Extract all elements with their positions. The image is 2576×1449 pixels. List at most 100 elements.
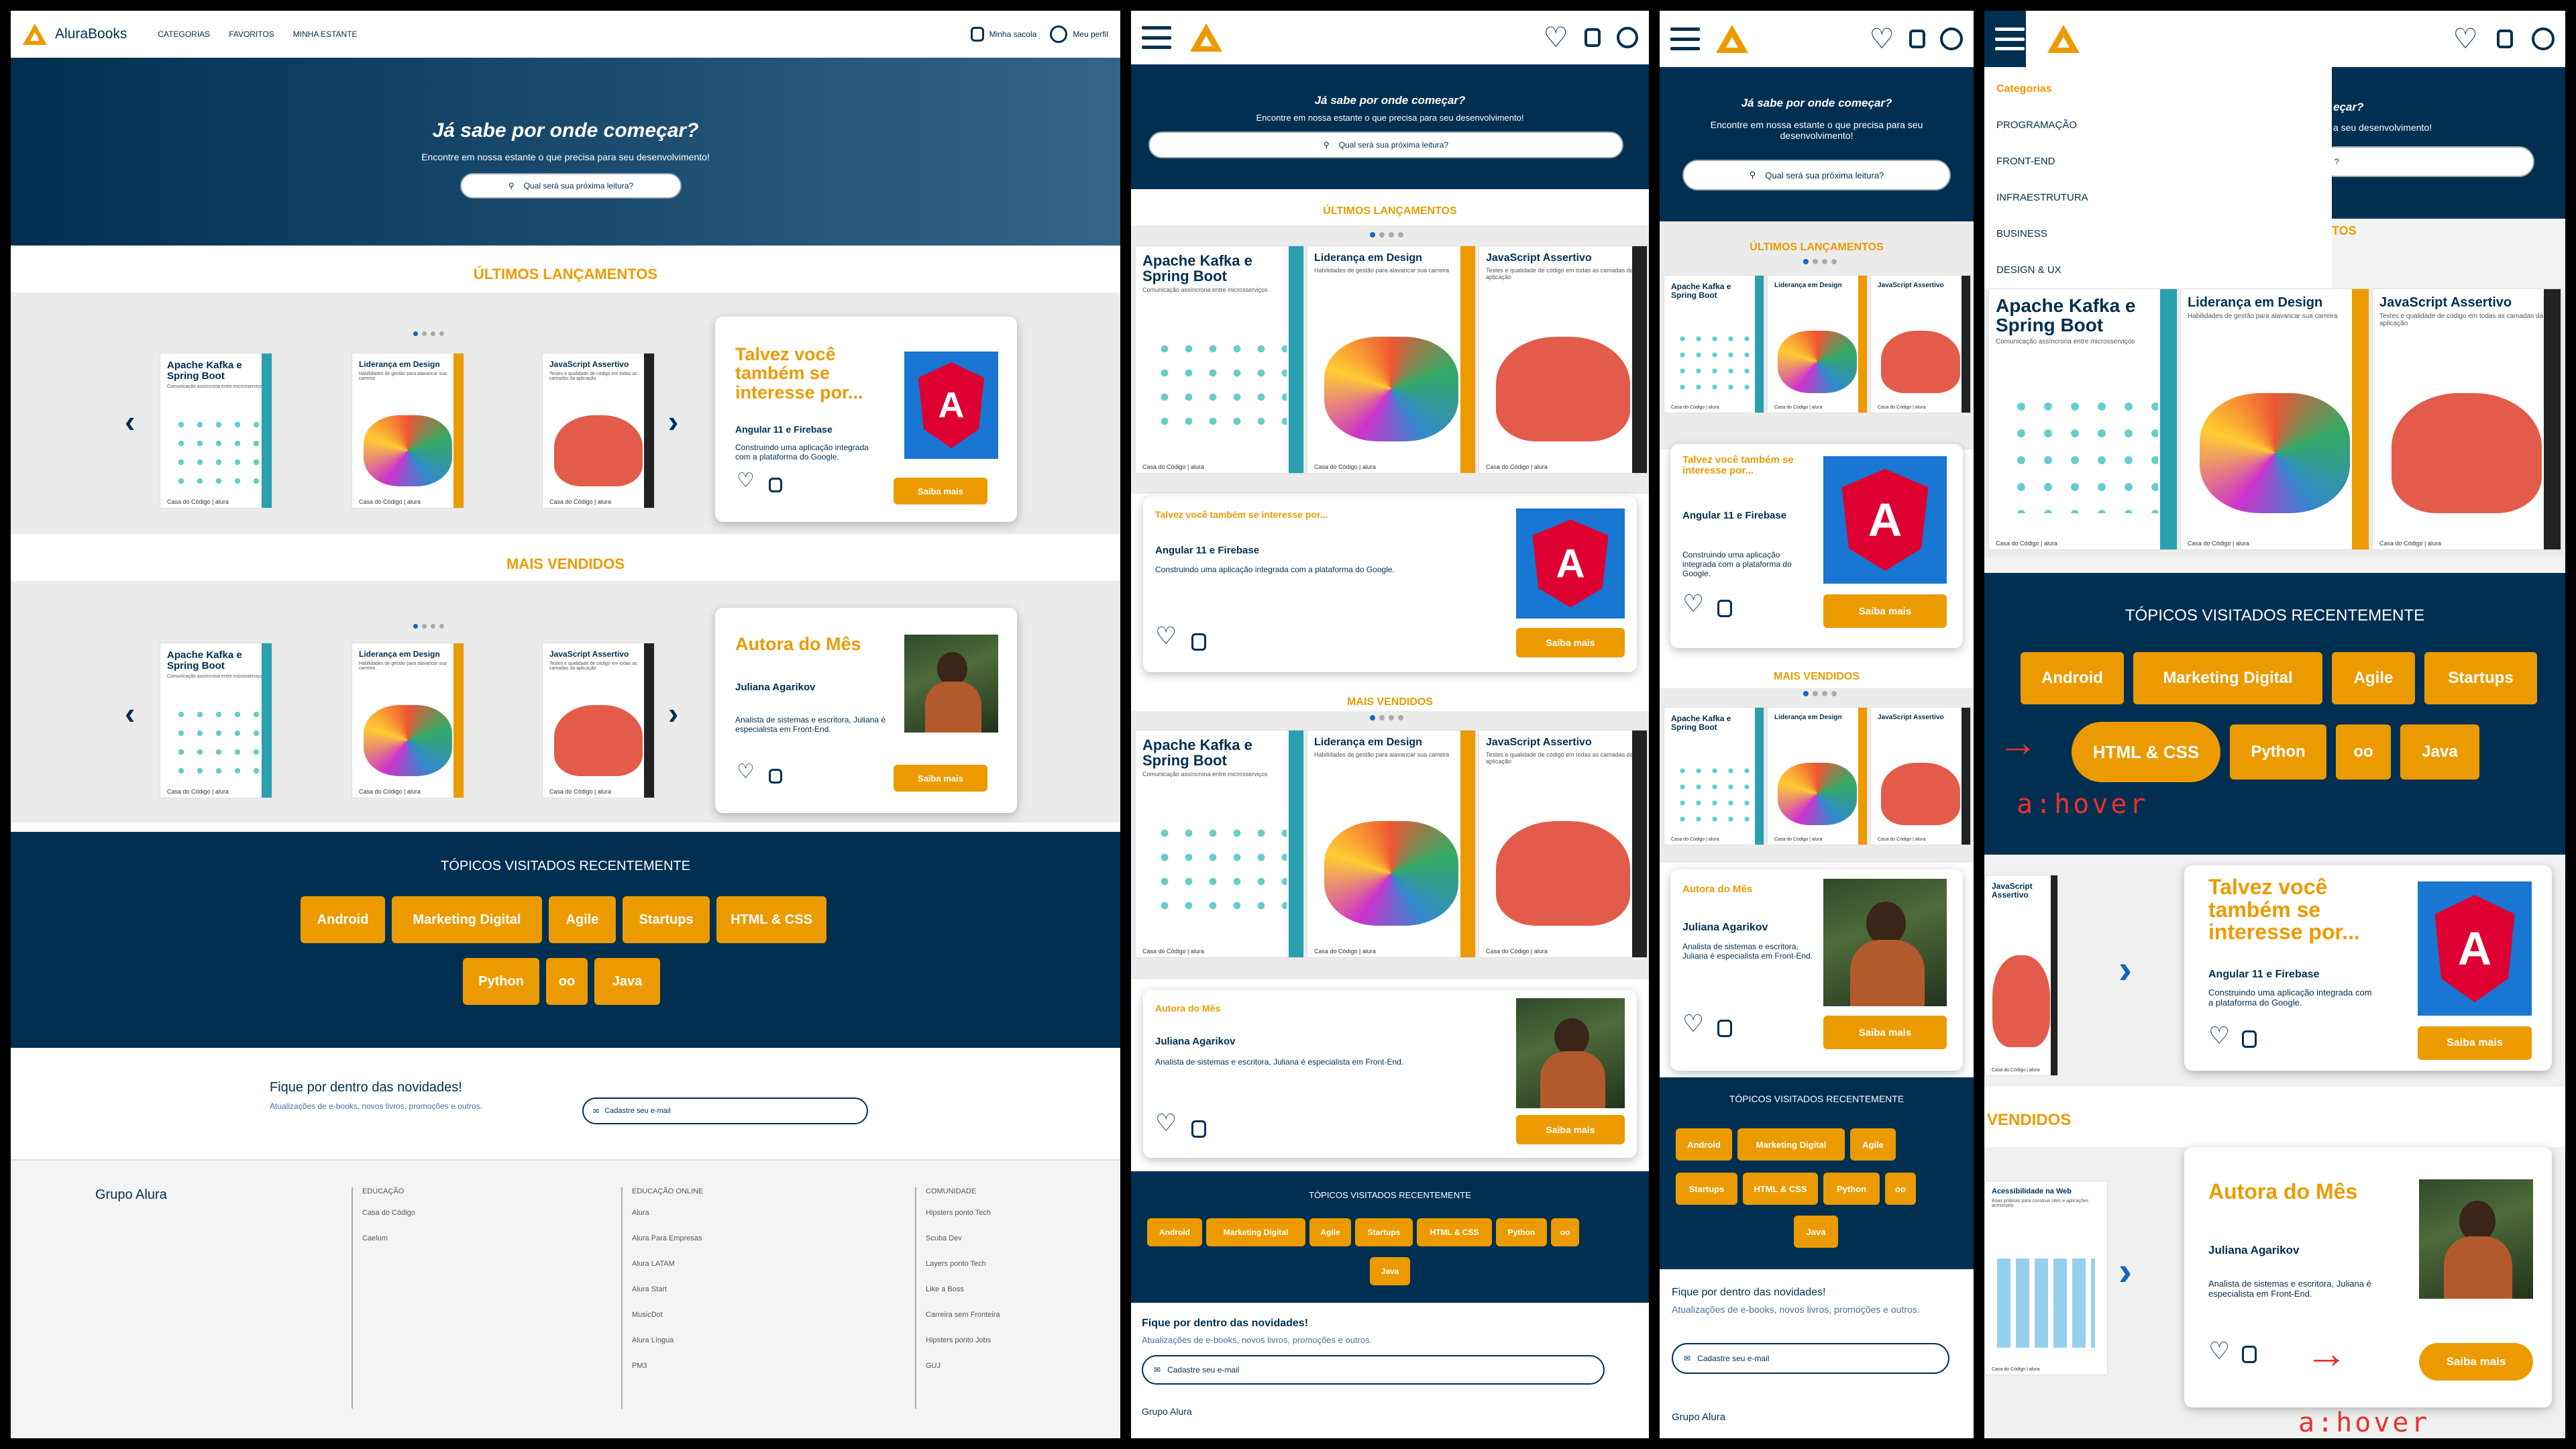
email-field[interactable]: ✉ Cadastre seu e-mail (582, 1097, 868, 1124)
bag-icon[interactable] (1585, 28, 1601, 47)
logo-icon[interactable] (2047, 25, 2080, 53)
heart-icon[interactable]: ♡ (1869, 25, 1894, 53)
book-cover[interactable]: Liderança em Design Habilidades de gestão… (352, 643, 464, 798)
footer-link[interactable]: Alura (632, 1209, 703, 1217)
carousel-next-icon[interactable]: › (2118, 1248, 2132, 1294)
carousel-dots[interactable] (1803, 691, 1837, 696)
email-field[interactable]: ✉ Cadastre seu e-mail (1142, 1355, 1605, 1385)
carousel-dots[interactable] (413, 624, 444, 629)
book-cover[interactable]: JavaScript Assertivo Casa do Código | alu… (1870, 275, 1971, 413)
saiba-mais-button[interactable]: Saiba mais (1516, 628, 1625, 657)
topic-tag[interactable]: Android (1676, 1128, 1732, 1161)
topic-tag[interactable]: Marketing Digital (1737, 1128, 1845, 1161)
logo-icon[interactable] (1716, 25, 1748, 53)
bag-icon[interactable] (769, 478, 782, 492)
bag-icon[interactable] (2242, 1346, 2257, 1363)
logo-icon[interactable] (23, 23, 47, 45)
bag-icon[interactable] (1717, 1020, 1732, 1037)
heart-icon[interactable]: ♡ (2208, 1339, 2230, 1363)
nav-favorites[interactable]: FAVORITOS (229, 30, 274, 39)
footer-link[interactable]: Casa do Código (362, 1209, 415, 1217)
carousel-dots[interactable] (413, 331, 444, 336)
bag-link[interactable]: Minha sacola (989, 30, 1037, 39)
topic-tag[interactable]: Agile (1850, 1128, 1896, 1161)
carousel-dots[interactable] (1370, 715, 1403, 720)
topic-tag[interactable]: oo (546, 958, 588, 1005)
book-cover[interactable]: Apache Kafka e Spring Boot Comunicação as… (1988, 288, 2178, 550)
profile-icon[interactable] (2532, 28, 2555, 50)
saiba-mais-button[interactable]: Saiba mais (894, 478, 987, 504)
bag-icon[interactable] (1191, 633, 1206, 651)
profile-icon[interactable] (1940, 28, 1963, 50)
footer-link[interactable]: Carreira sem Fronteira (926, 1311, 1000, 1319)
topic-tag[interactable]: Startups (1355, 1218, 1413, 1246)
topic-tag[interactable]: HTML & CSS (716, 896, 826, 943)
heart-icon[interactable]: ♡ (1543, 23, 1568, 52)
carousel-dots[interactable] (1803, 259, 1837, 264)
footer-link[interactable]: Alura Start (632, 1285, 703, 1293)
topic-tag[interactable]: HTML & CSS (1417, 1218, 1492, 1246)
footer-link[interactable]: Hipsters ponto Tech (926, 1209, 1000, 1217)
topic-tag[interactable]: Agile (549, 896, 616, 943)
carousel-next-icon[interactable]: › (2118, 946, 2132, 992)
menu-icon[interactable] (1995, 28, 2025, 50)
saiba-mais-button[interactable]: Saiba mais (1823, 594, 1947, 628)
nav-categories[interactable]: CATEGORIAS (158, 30, 210, 39)
menu-item[interactable]: INFRAESTRUTURA (1996, 192, 2088, 203)
footer-link[interactable]: Alura LATAM (632, 1260, 703, 1268)
topic-tag[interactable]: HTML & CSS (1743, 1173, 1818, 1205)
topic-tag[interactable]: Python (1496, 1218, 1547, 1246)
profile-icon[interactable] (1617, 27, 1638, 48)
topic-tag[interactable]: Android (2021, 652, 2124, 704)
footer-link[interactable]: Caelum (362, 1234, 415, 1242)
footer-link[interactable]: Hipsters ponto Jobs (926, 1336, 1000, 1344)
book-cover[interactable]: Apache Kafka e Spring Boot Comunicação as… (160, 353, 272, 508)
carousel-prev-icon[interactable]: ‹ (125, 695, 135, 731)
search-input[interactable]: ⚲ Qual será sua próxima leitura? (460, 173, 682, 199)
book-cover[interactable]: JavaScript Assertivo Casa do Código | alu… (1984, 875, 2058, 1076)
topic-tag[interactable]: Python (1823, 1173, 1880, 1205)
saiba-mais-button[interactable]: Saiba mais (1823, 1016, 1947, 1049)
carousel-dots[interactable] (1370, 232, 1403, 237)
topic-tag[interactable]: Android (301, 896, 385, 943)
topic-tag[interactable]: Startups (1676, 1173, 1737, 1205)
book-cover[interactable]: Liderança em Design Habilidades de gestão… (2180, 288, 2369, 550)
book-cover[interactable]: JavaScript Assertivo Testes e qualidade d… (542, 353, 655, 508)
book-cover[interactable]: JavaScript Assertivo Testes e qualidade d… (1479, 246, 1648, 474)
menu-item[interactable]: FRONT-END (1996, 156, 2055, 167)
nav-shelf[interactable]: MINHA ESTANTE (293, 30, 358, 39)
footer-link[interactable]: Layers ponto Tech (926, 1260, 1000, 1268)
bag-icon[interactable] (1191, 1120, 1206, 1138)
topic-tag[interactable]: Marketing Digital (2133, 652, 2322, 704)
book-cover[interactable]: Liderança em Design Habilidades de gestão… (1307, 730, 1476, 958)
heart-icon[interactable]: ♡ (2453, 25, 2478, 53)
heart-icon[interactable]: ♡ (1155, 624, 1177, 648)
topic-tag-hover[interactable]: HTML & CSS (2072, 722, 2220, 782)
profile-icon[interactable] (1050, 25, 1068, 43)
bag-icon[interactable] (970, 27, 984, 42)
topic-tag[interactable]: Python (463, 958, 539, 1005)
bag-icon[interactable] (1717, 600, 1732, 617)
topic-tag[interactable]: Marketing Digital (1206, 1218, 1305, 1246)
menu-item[interactable]: DESIGN & UX (1996, 264, 2061, 276)
topic-tag[interactable]: oo (2336, 724, 2391, 780)
topic-tag[interactable]: oo (1885, 1173, 1916, 1205)
footer-link[interactable]: Alura Para Empresas (632, 1234, 703, 1242)
book-cover[interactable]: Liderança em Design Habilidades de gestão… (352, 353, 464, 508)
search-input[interactable]: ⚲ Qual será sua próxima leitura? (1682, 160, 1951, 191)
book-cover[interactable]: Liderança em Design Habilidades de gestão… (1307, 246, 1476, 474)
heart-icon[interactable]: ♡ (737, 471, 755, 491)
heart-icon[interactable]: ♡ (1155, 1111, 1177, 1135)
footer-link[interactable]: Alura Língua (632, 1336, 703, 1344)
topic-tag[interactable]: Python (2230, 724, 2326, 780)
logo-icon[interactable] (1190, 23, 1222, 52)
footer-link[interactable]: GUJ (926, 1362, 1000, 1370)
topic-tag[interactable]: Startups (623, 896, 710, 943)
bag-icon[interactable] (2497, 30, 2513, 48)
book-cover[interactable]: JavaScript Assertivo Testes e qualidade d… (1479, 730, 1648, 958)
book-cover[interactable]: Apache Kafka e Spring Boot Casa do Código… (1664, 707, 1764, 845)
topic-tag[interactable]: oo (1551, 1218, 1579, 1246)
bag-icon[interactable] (1909, 30, 1925, 48)
topic-tag[interactable]: Java (2400, 724, 2479, 780)
footer-link[interactable]: Like a Boss (926, 1285, 1000, 1293)
